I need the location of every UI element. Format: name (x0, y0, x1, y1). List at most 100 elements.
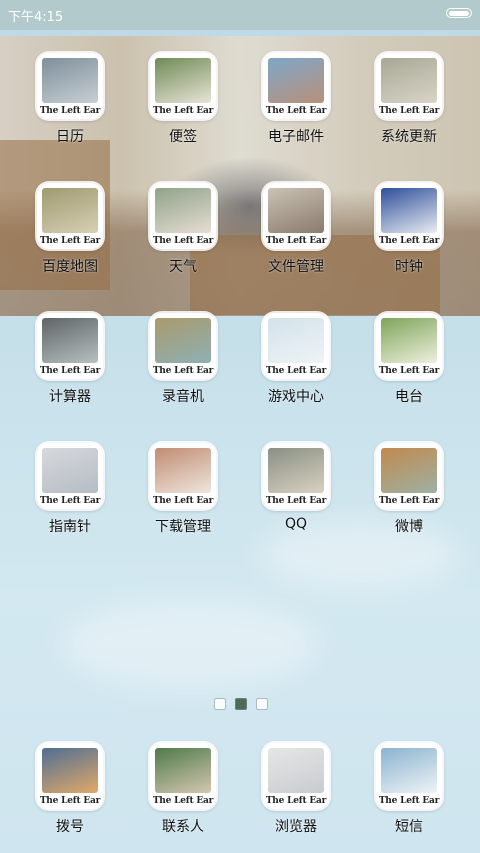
app-grid: The Left Ear 日历 The Left Ear 便签 The Left Ear… (0, 0, 480, 853)
app-contacts[interactable]: The Left Ear 联系人 (133, 743, 233, 836)
page-dot-3[interactable] (256, 698, 268, 710)
app-label: 微博 (395, 519, 423, 535)
notes-icon[interactable]: The Left Ear (150, 53, 216, 119)
icon-caption: The Left Ear (39, 236, 101, 246)
app-qq[interactable]: The Left Ear QQ (246, 443, 346, 532)
app-label: 时钟 (395, 259, 423, 275)
app-label: 电子邮件 (268, 129, 324, 145)
icon-photo (42, 448, 98, 493)
weibo-icon[interactable]: The Left Ear (376, 443, 442, 509)
app-label: 浏览器 (275, 819, 317, 835)
app-file-manager[interactable]: The Left Ear 文件管理 (246, 183, 346, 276)
icon-photo (268, 188, 324, 233)
icon-caption: The Left Ear (152, 236, 214, 246)
calculator-icon[interactable]: The Left Ear (37, 313, 103, 379)
app-baidu-map[interactable]: The Left Ear 百度地图 (20, 183, 120, 276)
email-icon[interactable]: The Left Ear (263, 53, 329, 119)
page-dot-2[interactable] (235, 698, 247, 710)
icon-caption: The Left Ear (152, 366, 214, 376)
icon-photo (155, 448, 211, 493)
app-recorder[interactable]: The Left Ear 录音机 (133, 313, 233, 406)
page-indicator[interactable] (214, 697, 268, 711)
icon-caption: The Left Ear (265, 796, 327, 806)
icon-photo (268, 318, 324, 363)
icon-photo (381, 58, 437, 103)
icon-photo (155, 318, 211, 363)
app-label: 电台 (395, 389, 423, 405)
icon-photo (268, 748, 324, 793)
baidu-map-icon[interactable]: The Left Ear (37, 183, 103, 249)
icon-photo (155, 58, 211, 103)
app-compass[interactable]: The Left Ear 指南针 (20, 443, 120, 536)
icon-caption: The Left Ear (152, 106, 214, 116)
app-label: 计算器 (49, 389, 91, 405)
app-download-manager[interactable]: The Left Ear 下载管理 (133, 443, 233, 536)
app-label: 便签 (169, 129, 197, 145)
weather-icon[interactable]: The Left Ear (150, 183, 216, 249)
browser-icon[interactable]: The Left Ear (263, 743, 329, 809)
app-clock[interactable]: The Left Ear 时钟 (359, 183, 459, 276)
recorder-icon[interactable]: The Left Ear (150, 313, 216, 379)
page-dot-1[interactable] (214, 698, 226, 710)
compass-icon[interactable]: The Left Ear (37, 443, 103, 509)
app-messages[interactable]: The Left Ear 短信 (359, 743, 459, 836)
app-label: 联系人 (162, 819, 204, 835)
app-label: 天气 (169, 259, 197, 275)
system-update-icon[interactable]: The Left Ear (376, 53, 442, 119)
icon-caption: The Left Ear (265, 496, 327, 506)
icon-photo (155, 748, 211, 793)
icon-photo (381, 318, 437, 363)
icon-caption: The Left Ear (152, 796, 214, 806)
app-label: 短信 (395, 819, 423, 835)
file-manager-icon[interactable]: The Left Ear (263, 183, 329, 249)
app-label: 百度地图 (42, 259, 98, 275)
app-browser[interactable]: The Left Ear 浏览器 (246, 743, 346, 836)
icon-caption: The Left Ear (152, 496, 214, 506)
icon-caption: The Left Ear (39, 796, 101, 806)
app-label: 指南针 (49, 519, 91, 535)
app-label: 游戏中心 (268, 389, 324, 405)
icon-caption: The Left Ear (265, 236, 327, 246)
app-dialer[interactable]: The Left Ear 拨号 (20, 743, 120, 836)
app-label: 系统更新 (381, 129, 437, 145)
icon-photo (42, 318, 98, 363)
icon-photo (268, 58, 324, 103)
contacts-icon[interactable]: The Left Ear (150, 743, 216, 809)
icon-caption: The Left Ear (265, 366, 327, 376)
icon-caption: The Left Ear (378, 366, 440, 376)
icon-photo (381, 748, 437, 793)
clock-icon[interactable]: The Left Ear (376, 183, 442, 249)
app-label: 拨号 (56, 819, 84, 835)
game-center-icon[interactable]: The Left Ear (263, 313, 329, 379)
qq-icon[interactable]: The Left Ear (263, 443, 329, 509)
icon-photo (381, 448, 437, 493)
dialer-icon[interactable]: The Left Ear (37, 743, 103, 809)
download-manager-icon[interactable]: The Left Ear (150, 443, 216, 509)
icon-caption: The Left Ear (378, 106, 440, 116)
app-email[interactable]: The Left Ear 电子邮件 (246, 53, 346, 146)
icon-caption: The Left Ear (39, 106, 101, 116)
icon-photo (42, 188, 98, 233)
app-label: 文件管理 (268, 259, 324, 275)
icon-caption: The Left Ear (378, 496, 440, 506)
app-calendar[interactable]: The Left Ear 日历 (20, 53, 120, 146)
icon-photo (155, 188, 211, 233)
app-weibo[interactable]: The Left Ear 微博 (359, 443, 459, 536)
app-calculator[interactable]: The Left Ear 计算器 (20, 313, 120, 406)
app-label: 录音机 (162, 389, 204, 405)
app-radio[interactable]: The Left Ear 电台 (359, 313, 459, 406)
calendar-icon[interactable]: The Left Ear (37, 53, 103, 119)
icon-caption: The Left Ear (265, 106, 327, 116)
radio-icon[interactable]: The Left Ear (376, 313, 442, 379)
app-system-update[interactable]: The Left Ear 系统更新 (359, 53, 459, 146)
app-notes[interactable]: The Left Ear 便签 (133, 53, 233, 146)
app-label: 日历 (56, 129, 84, 145)
messages-icon[interactable]: The Left Ear (376, 743, 442, 809)
app-weather[interactable]: The Left Ear 天气 (133, 183, 233, 276)
app-label: QQ (284, 516, 308, 532)
icon-caption: The Left Ear (39, 496, 101, 506)
icon-caption: The Left Ear (378, 796, 440, 806)
app-label: 下载管理 (155, 519, 211, 535)
icon-photo (381, 188, 437, 233)
app-game-center[interactable]: The Left Ear 游戏中心 (246, 313, 346, 406)
